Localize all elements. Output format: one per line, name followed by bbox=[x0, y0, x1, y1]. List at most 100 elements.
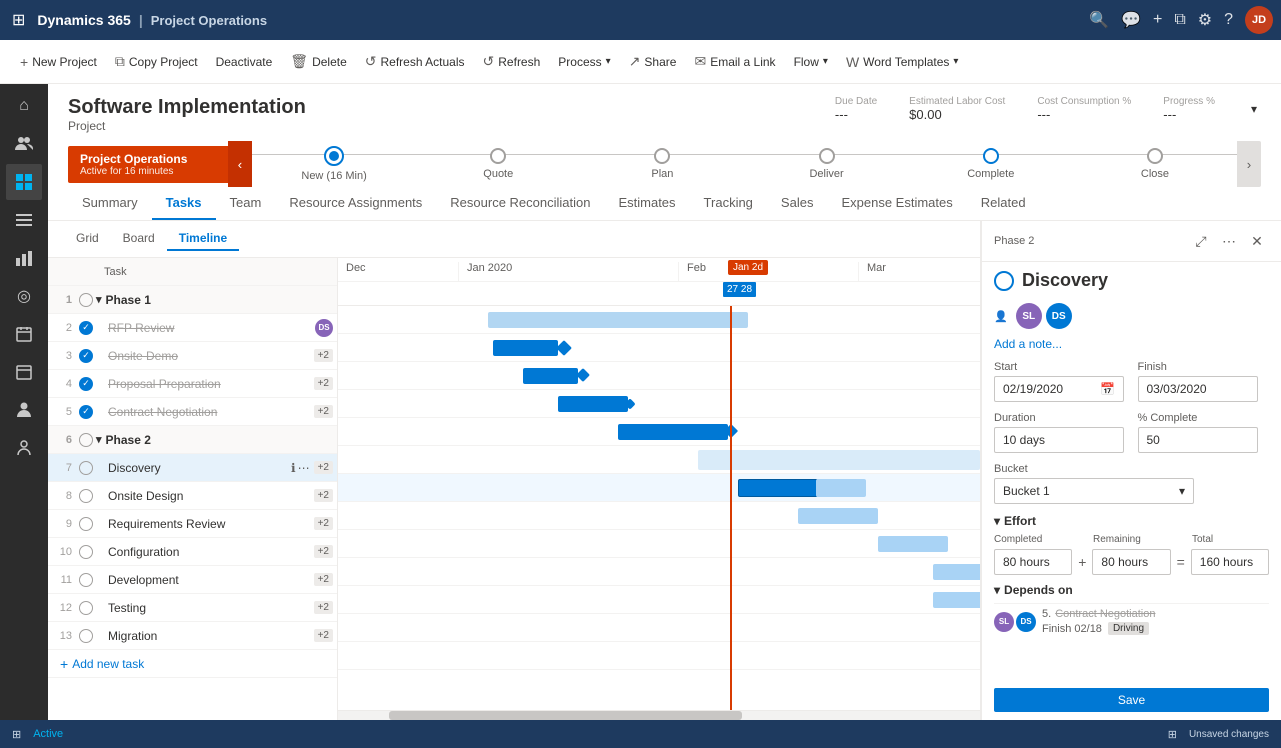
sidebar-icon-grid[interactable] bbox=[6, 164, 42, 200]
gantt-bar-config[interactable] bbox=[933, 564, 980, 580]
tab-summary[interactable]: Summary bbox=[68, 187, 152, 220]
new-project-button[interactable]: + New Project bbox=[12, 48, 105, 76]
add-new-task-row[interactable]: + Add new task bbox=[48, 650, 337, 678]
stage-notification[interactable]: Project Operations Active for 16 minutes bbox=[68, 146, 228, 183]
task-row-phase1[interactable]: 1 ▾ Phase 1 bbox=[48, 286, 337, 314]
duration-input[interactable]: 10 days bbox=[994, 427, 1124, 453]
completed-effort-input[interactable]: 80 hours bbox=[994, 549, 1072, 575]
dep-task-name[interactable]: Contract Negotiation bbox=[1055, 608, 1155, 620]
sidebar-icon-person[interactable] bbox=[6, 392, 42, 428]
grid-view-button[interactable]: Grid bbox=[64, 227, 111, 251]
start-input[interactable]: 02/19/2020 📅 bbox=[994, 376, 1124, 402]
gantt-bar-phase2[interactable] bbox=[698, 450, 980, 470]
gantt-bar-proposal[interactable] bbox=[558, 396, 628, 412]
bucket-select[interactable]: Bucket 1 ▾ bbox=[994, 478, 1194, 504]
stage-nav-right[interactable]: › bbox=[1237, 141, 1261, 187]
help-icon[interactable]: ? bbox=[1224, 11, 1233, 29]
task-row-development[interactable]: 11 Development +2 bbox=[48, 566, 337, 594]
refresh-button[interactable]: ↺ Refresh bbox=[475, 47, 549, 76]
flow-button[interactable]: Flow ▾ bbox=[786, 49, 836, 75]
gantt-bar-req-review[interactable] bbox=[878, 536, 948, 552]
task-row-onsite-design[interactable]: 8 Onsite Design +2 bbox=[48, 482, 337, 510]
stage-item-plan[interactable]: Plan bbox=[580, 148, 744, 180]
tab-expense-estimates[interactable]: Expense Estimates bbox=[827, 187, 966, 220]
panel-close-button[interactable]: ✕ bbox=[1245, 229, 1269, 253]
tab-tracking[interactable]: Tracking bbox=[690, 187, 767, 220]
chat-icon[interactable]: 💬 bbox=[1121, 10, 1141, 30]
task-row-proposal-prep[interactable]: 4 ✓ Proposal Preparation +2 bbox=[48, 370, 337, 398]
save-button[interactable]: Save bbox=[994, 688, 1269, 712]
email-link-button[interactable]: ✉ Email a Link bbox=[686, 47, 783, 76]
discovery-info-icon[interactable]: ℹ bbox=[291, 461, 296, 475]
sidebar-icon-calendar2[interactable] bbox=[6, 354, 42, 390]
panel-expand-button[interactable]: ⤢ bbox=[1189, 229, 1213, 253]
stage-item-close[interactable]: Close bbox=[1073, 148, 1237, 180]
stage-item-deliver[interactable]: Deliver bbox=[745, 148, 909, 180]
timeline-view-button[interactable]: Timeline bbox=[167, 227, 239, 251]
sidebar-icon-people[interactable] bbox=[6, 126, 42, 162]
gantt-bar-rfp[interactable] bbox=[493, 340, 558, 356]
task-row-testing[interactable]: 12 Testing +2 bbox=[48, 594, 337, 622]
add-note-link[interactable]: Add a note... bbox=[994, 337, 1269, 351]
filter-icon[interactable]: ⧉ bbox=[1174, 11, 1185, 29]
deactivate-button[interactable]: Deactivate bbox=[208, 49, 281, 75]
user-avatar[interactable]: JD bbox=[1245, 6, 1273, 34]
sidebar-icon-calendar[interactable] bbox=[6, 316, 42, 352]
word-templates-button[interactable]: W Word Templates ▾ bbox=[838, 48, 967, 76]
expand-meta-button[interactable]: ▾ bbox=[1247, 96, 1261, 122]
gantt-bar-phase1[interactable] bbox=[488, 312, 748, 328]
share-button[interactable]: ↗ Share bbox=[621, 47, 685, 76]
panel-more-button[interactable]: ⋯ bbox=[1217, 229, 1241, 253]
sidebar-icon-target[interactable]: ◎ bbox=[6, 278, 42, 314]
pct-complete-input[interactable]: 50 bbox=[1138, 427, 1258, 453]
sidebar-icon-home[interactable]: ⌂ bbox=[6, 88, 42, 124]
stage-item-complete[interactable]: Complete bbox=[909, 148, 1073, 180]
avatar-sl[interactable]: SL bbox=[1016, 303, 1042, 329]
task-row-rfp-review[interactable]: 2 ✓ RFP Review DS bbox=[48, 314, 337, 342]
tab-resource-assignments[interactable]: Resource Assignments bbox=[275, 187, 436, 220]
gantt-bar-dev[interactable] bbox=[933, 592, 980, 608]
gantt-bar-onsite-demo[interactable] bbox=[523, 368, 578, 384]
depends-on-section-header[interactable]: ▾ Depends on bbox=[994, 583, 1269, 597]
tab-sales[interactable]: Sales bbox=[767, 187, 828, 220]
refresh-actuals-button[interactable]: ↺ Refresh Actuals bbox=[357, 47, 473, 76]
stage-item-new[interactable]: New (16 Min) bbox=[252, 146, 416, 182]
gantt-bar-discovery[interactable] bbox=[738, 479, 818, 497]
tab-related[interactable]: Related bbox=[967, 187, 1040, 220]
task-row-configuration[interactable]: 10 Configuration +2 bbox=[48, 538, 337, 566]
settings-icon[interactable]: ⚙ bbox=[1198, 10, 1212, 30]
discovery-more-icon[interactable]: ⋯ bbox=[298, 461, 310, 475]
plus-icon[interactable]: + bbox=[1153, 11, 1162, 29]
delete-button[interactable]: 🗑 Delete bbox=[282, 47, 354, 76]
search-icon[interactable]: 🔍 bbox=[1089, 10, 1109, 30]
gantt-scroll-thumb[interactable] bbox=[389, 711, 742, 720]
task-row-discovery[interactable]: 7 Discovery ℹ ⋯ +2 bbox=[48, 454, 337, 482]
process-button[interactable]: Process ▾ bbox=[550, 49, 618, 75]
stage-nav-left[interactable]: ‹ bbox=[228, 141, 252, 187]
task-row-req-review[interactable]: 9 Requirements Review +2 bbox=[48, 510, 337, 538]
apps-icon[interactable]: ⊞ bbox=[8, 6, 29, 34]
total-effort-input[interactable]: 160 hours bbox=[1191, 549, 1269, 575]
task-row-contract-neg[interactable]: 5 ✓ Contract Negotiation +2 bbox=[48, 398, 337, 426]
stage-item-quote[interactable]: Quote bbox=[416, 148, 580, 180]
task-row-migration[interactable]: 13 Migration +2 bbox=[48, 622, 337, 650]
tab-estimates[interactable]: Estimates bbox=[604, 187, 689, 220]
remaining-effort-input[interactable]: 80 hours bbox=[1092, 549, 1170, 575]
sidebar-icon-list[interactable] bbox=[6, 202, 42, 238]
tab-resource-reconciliation[interactable]: Resource Reconciliation bbox=[436, 187, 604, 220]
finish-input[interactable]: 03/03/2020 bbox=[1138, 376, 1258, 402]
tab-team[interactable]: Team bbox=[216, 187, 276, 220]
board-view-button[interactable]: Board bbox=[111, 227, 167, 251]
gantt-bar-onsite-design[interactable] bbox=[798, 508, 878, 524]
tab-tasks[interactable]: Tasks bbox=[152, 187, 216, 220]
gantt-bar-contract[interactable] bbox=[618, 424, 728, 440]
effort-section-header[interactable]: ▾ Effort bbox=[994, 514, 1269, 528]
task-row-phase2[interactable]: 6 ▾ Phase 2 bbox=[48, 426, 337, 454]
copy-project-button[interactable]: ⧉ Copy Project bbox=[107, 47, 206, 76]
gantt-scroll[interactable] bbox=[338, 710, 980, 720]
task-row-onsite-demo[interactable]: 3 ✓ Onsite Demo +2 bbox=[48, 342, 337, 370]
avatar-ds[interactable]: DS bbox=[1046, 303, 1072, 329]
sidebar-icon-chart[interactable] bbox=[6, 240, 42, 276]
calendar-icon-start[interactable]: 📅 bbox=[1100, 382, 1115, 396]
sidebar-icon-person2[interactable] bbox=[6, 430, 42, 466]
